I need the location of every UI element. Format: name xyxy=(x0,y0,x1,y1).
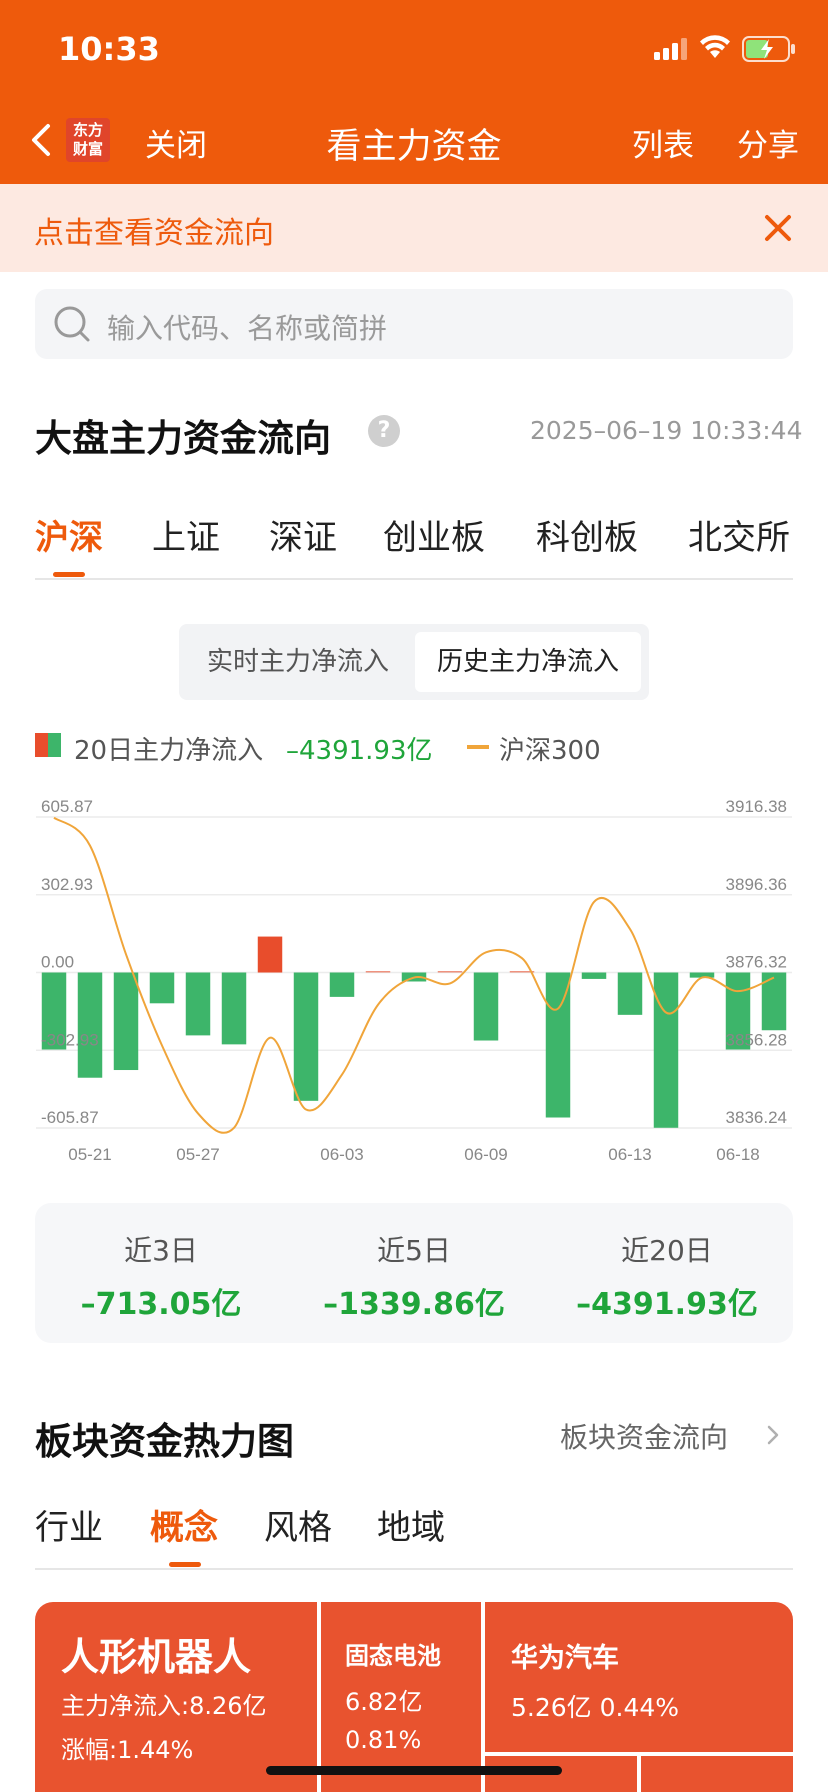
summary-5day: 近5日 –1339.86亿 xyxy=(288,1229,540,1323)
flow-bar xyxy=(473,972,499,1041)
flow-bar xyxy=(149,972,175,1004)
y-left-tick-label: 605.87 xyxy=(41,797,93,816)
share-button[interactable]: 分享 xyxy=(737,120,799,165)
y-right-tick-label: 3856.28 xyxy=(726,1030,787,1049)
y-right-tick-label: 3896.36 xyxy=(726,875,787,894)
tab-style[interactable]: 风格 xyxy=(264,1500,332,1549)
cellular-signal-icon xyxy=(654,38,687,60)
flow-bar xyxy=(77,972,103,1078)
flow-segment-control: 实时主力净流入 历史主力净流入 xyxy=(179,624,649,700)
sector-heatmap: 人形机器人 主力净流入:8.26亿 涨幅:1.44% 固态电池 6.82亿 0.… xyxy=(35,1602,793,1792)
flow-bar xyxy=(185,972,211,1036)
flow-bar xyxy=(329,972,355,997)
tab-shenzheng[interactable]: 深证 xyxy=(269,510,337,559)
tile-inflow: 6.82亿 xyxy=(345,1688,423,1716)
sector-flow-link[interactable]: 板块资金流向 xyxy=(560,1416,728,1456)
flow-summary: 近3日 –713.05亿 近5日 –1339.86亿 近20日 –4391.93… xyxy=(35,1203,793,1343)
x-tick-label: 06-18 xyxy=(716,1145,759,1164)
wifi-icon xyxy=(700,35,730,58)
heat-tile[interactable]: 人形机器人 主力净流入:8.26亿 涨幅:1.44% xyxy=(35,1602,317,1792)
summary-label: 近3日 xyxy=(124,1234,198,1267)
close-icon[interactable] xyxy=(760,210,796,246)
summary-3day: 近3日 –713.05亿 xyxy=(35,1229,287,1323)
tab-chuangyeban[interactable]: 创业板 xyxy=(383,510,485,559)
list-button[interactable]: 列表 xyxy=(632,120,694,165)
tile-change: 0.81% xyxy=(345,1726,422,1754)
search-input[interactable]: 输入代码、名称或简拼 xyxy=(35,289,793,359)
home-indicator xyxy=(266,1766,562,1775)
y-left-tick-label: 0.00 xyxy=(41,953,74,972)
summary-value: –1339.86亿 xyxy=(323,1287,505,1322)
flow-bar xyxy=(293,972,319,1101)
flow-legend-label: 20日主力净流入 xyxy=(74,736,264,766)
index-legend-swatch xyxy=(467,745,489,749)
market-tabs: 沪深 上证 深证 创业板 科创板 北交所 xyxy=(35,510,793,580)
x-tick-label: 05-21 xyxy=(68,1145,111,1164)
flow-bar xyxy=(653,972,679,1128)
tab-hushen[interactable]: 沪深 xyxy=(35,510,103,559)
flow-bar xyxy=(437,971,463,973)
y-left-tick-label: -302.93 xyxy=(41,1030,99,1049)
flow-legend-value: –4391.93亿 xyxy=(286,736,433,766)
index-legend-label: 沪深300 xyxy=(499,736,601,766)
tile-name: 华为汽车 xyxy=(511,1643,619,1674)
heatmap-tabs: 行业 概念 风格 地域 xyxy=(35,1500,793,1570)
x-tick-label: 06-09 xyxy=(464,1145,507,1164)
flow-bar xyxy=(221,972,247,1045)
banner-text[interactable]: 点击查看资金流向 xyxy=(34,208,274,252)
fund-flow-chart[interactable]: 605.87 302.93 0.00 -302.93 -605.87 3916.38 389… xyxy=(0,790,828,1170)
y-right-tick-label: 3876.32 xyxy=(726,953,787,972)
nav-bar: 东方 财富 关闭 看主力资金 列表 分享 xyxy=(0,96,828,184)
tile-inflow: 5.26亿 0.44% xyxy=(511,1693,680,1722)
x-tick-label: 06-03 xyxy=(320,1145,363,1164)
status-time: 10:33 xyxy=(58,30,160,68)
search-icon xyxy=(54,306,90,342)
tile-inflow: 主力净流入:8.26亿 xyxy=(61,1692,267,1720)
heatmap-title: 板块资金热力图 xyxy=(35,1420,294,1463)
battery-charging-icon xyxy=(742,36,795,62)
notice-banner[interactable]: 点击查看资金流向 xyxy=(0,184,828,272)
tile-name: 固态电池 xyxy=(345,1642,441,1670)
tab-beijiaosuo[interactable]: 北交所 xyxy=(688,510,790,559)
y-right-tick-label: 3916.38 xyxy=(726,797,787,816)
page-title: 看主力资金 xyxy=(326,127,502,167)
x-tick-label: 05-27 xyxy=(176,1145,219,1164)
flow-bar xyxy=(257,936,283,973)
y-left-tick-label: -605.87 xyxy=(41,1108,99,1127)
help-icon[interactable]: ? xyxy=(368,415,400,447)
flow-bar xyxy=(581,972,607,979)
chevron-right-icon[interactable] xyxy=(765,1422,781,1448)
heat-tile[interactable]: 固态电池 6.82亿 0.81% xyxy=(321,1602,481,1792)
section-title: 大盘主力资金流向 xyxy=(35,417,331,460)
status-bar: 10:33 xyxy=(0,0,828,96)
tab-concept[interactable]: 概念 xyxy=(150,1500,218,1549)
flow-legend-swatch xyxy=(35,733,61,757)
summary-label: 近20日 xyxy=(621,1234,713,1267)
summary-value: –713.05亿 xyxy=(80,1287,242,1322)
active-tab-underline xyxy=(169,1562,201,1567)
tab-kechuangban[interactable]: 科创板 xyxy=(536,510,638,559)
flow-bar xyxy=(113,972,139,1071)
y-right-tick-label: 3836.24 xyxy=(726,1108,787,1127)
summary-value: –4391.93亿 xyxy=(576,1287,758,1322)
flow-bar xyxy=(617,972,643,1015)
tab-industry[interactable]: 行业 xyxy=(35,1500,103,1549)
active-tab-underline xyxy=(53,572,85,577)
x-tick-label: 06-13 xyxy=(608,1145,651,1164)
flow-bar xyxy=(365,971,391,973)
search-placeholder: 输入代码、名称或简拼 xyxy=(107,312,388,345)
summary-20day: 近20日 –4391.93亿 xyxy=(541,1229,793,1323)
tile-name: 人形机器人 xyxy=(61,1635,252,1679)
y-left-tick-label: 302.93 xyxy=(41,875,93,894)
heat-tile[interactable] xyxy=(641,1756,793,1792)
tab-shangzheng[interactable]: 上证 xyxy=(152,510,220,559)
segment-realtime[interactable]: 实时主力净流入 xyxy=(187,632,409,692)
tab-region[interactable]: 地域 xyxy=(377,1500,445,1549)
heat-tile[interactable]: 华为汽车 5.26亿 0.44% xyxy=(485,1602,793,1752)
update-datetime: 2025–06–19 10:33:44 xyxy=(530,416,803,445)
tile-change: 涨幅:1.44% xyxy=(61,1736,194,1764)
segment-history[interactable]: 历史主力净流入 xyxy=(415,632,641,692)
summary-label: 近5日 xyxy=(377,1234,451,1267)
